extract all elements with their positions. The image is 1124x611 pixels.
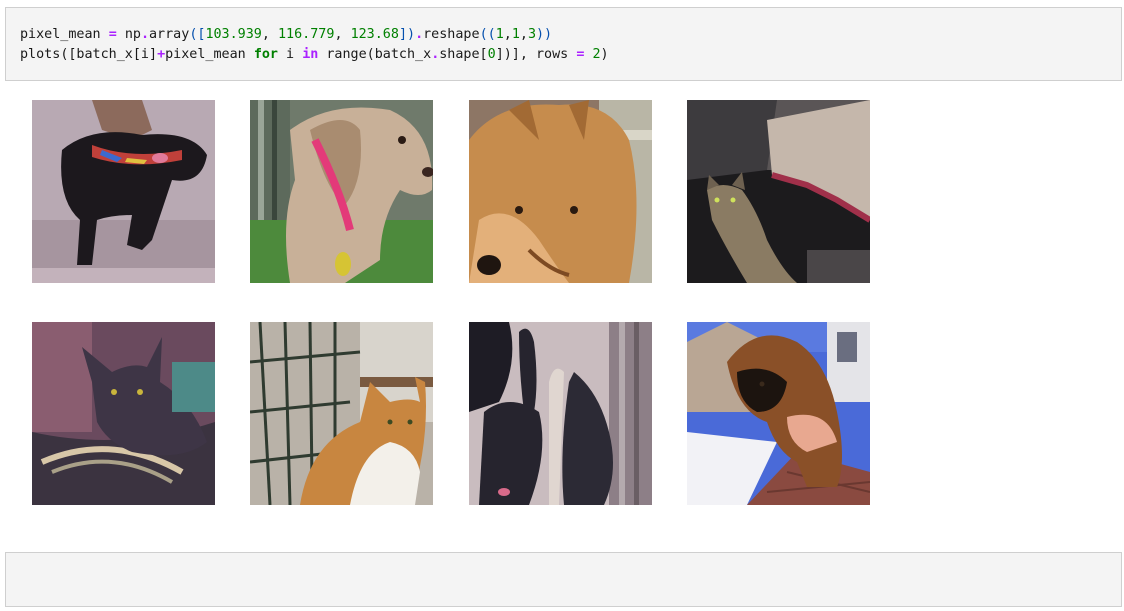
image-black-dog xyxy=(32,100,215,283)
output-area xyxy=(32,100,872,505)
code-line-2: plots([batch_x[i]+pixel_mean for i in ra… xyxy=(20,47,609,62)
image-orange-white-cat xyxy=(250,322,433,505)
image-tabby-cat xyxy=(687,100,870,283)
image-dark-cat xyxy=(32,322,215,505)
image-fluffy-dog xyxy=(469,100,652,283)
image-black-puppies xyxy=(469,322,652,505)
code-line-1: pixel_mean = np.array([103.939, 116.779,… xyxy=(20,27,553,42)
empty-code-cell[interactable] xyxy=(5,552,1122,607)
image-beagle-pink-collar xyxy=(250,100,433,283)
code-editor[interactable]: pixel_mean = np.array([103.939, 116.779,… xyxy=(20,25,609,65)
image-brown-puppy xyxy=(687,322,870,505)
code-cell[interactable]: pixel_mean = np.array([103.939, 116.779,… xyxy=(5,7,1122,81)
